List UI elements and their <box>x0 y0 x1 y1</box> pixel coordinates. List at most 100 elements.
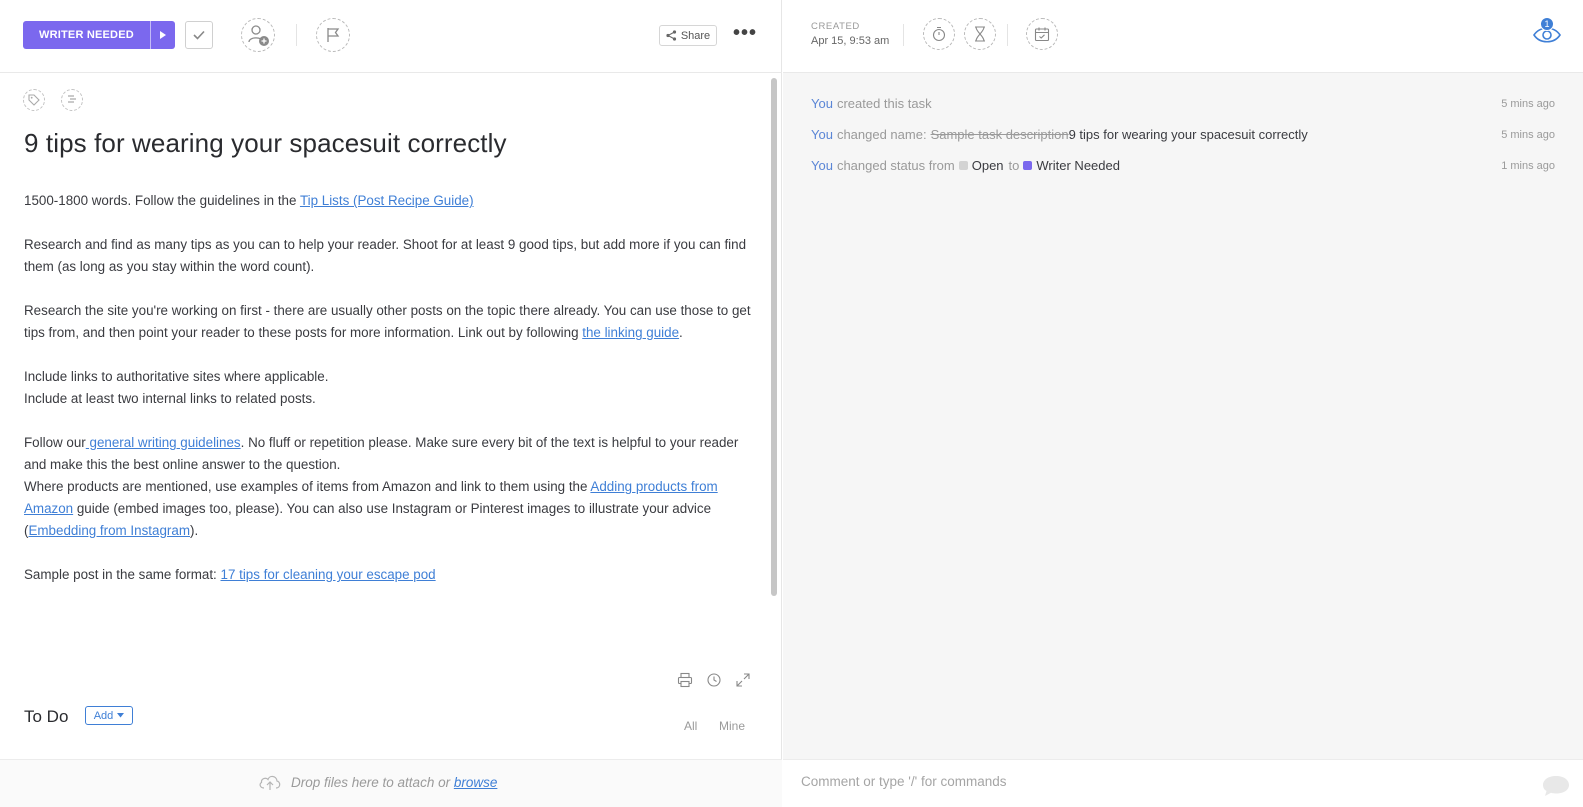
description-paragraph: Where products are mentioned, use exampl… <box>24 476 754 542</box>
add-user-icon <box>248 25 269 46</box>
activity-text: created this task <box>836 96 932 111</box>
status-button[interactable]: WRITER NEEDED <box>23 21 175 49</box>
tag-icon <box>28 94 40 106</box>
expand-icon <box>736 673 750 687</box>
filter-all[interactable]: All <box>684 719 697 733</box>
writer-needed-status-swatch <box>1023 161 1033 170</box>
complete-task-button[interactable] <box>185 21 213 49</box>
old-task-name: Sample task description <box>930 127 1069 142</box>
description-paragraph: Research the site you're working on firs… <box>24 300 754 344</box>
add-todo-button[interactable]: Add <box>85 706 133 725</box>
activity-actor[interactable]: You <box>811 127 833 142</box>
history-button[interactable] <box>704 670 724 690</box>
text-span: Research and find as many tips as you ca… <box>24 237 747 274</box>
text-span: . <box>679 325 683 340</box>
to-word: to <box>1008 158 1020 173</box>
due-date-button[interactable] <box>1026 18 1058 50</box>
comment-bar <box>783 759 1583 807</box>
add-tag-button[interactable] <box>23 89 45 111</box>
share-button[interactable]: Share <box>659 25 717 46</box>
description-paragraph: Sample post in the same format: 17 tips … <box>24 564 754 586</box>
comment-input[interactable] <box>801 774 1521 789</box>
task-title[interactable]: 9 tips for wearing your spacesuit correc… <box>24 128 507 159</box>
browse-link[interactable]: browse <box>454 775 498 790</box>
sample-post-link[interactable]: 17 tips for cleaning your escape pod <box>221 567 436 582</box>
comment-bubble-icon[interactable] <box>1541 774 1571 798</box>
activity-header: CREATED Apr 15, 9:53 am 1 <box>783 0 1583 73</box>
dropzone-content: Drop files here to attach or browse <box>258 773 497 791</box>
description-scrollbar[interactable] <box>771 78 777 596</box>
print-icon <box>677 672 693 688</box>
activity-text: changed status from <box>836 158 955 173</box>
task-description[interactable]: 1500-1800 words. Follow the guidelines i… <box>24 190 754 608</box>
status-label: WRITER NEEDED <box>39 29 134 41</box>
task-meta-icons <box>23 89 83 111</box>
text-span: Where products are mentioned, use exampl… <box>24 479 591 494</box>
filter-mine[interactable]: Mine <box>719 719 745 733</box>
open-status-swatch <box>958 161 968 170</box>
next-status-button[interactable] <box>151 31 175 39</box>
add-dependency-button[interactable] <box>61 89 83 111</box>
instagram-embed-link[interactable]: Embedding from Instagram <box>28 523 190 538</box>
print-button[interactable] <box>675 670 695 690</box>
subtask-icon <box>68 95 76 103</box>
more-options-button[interactable]: ••• <box>733 23 757 43</box>
activity-time: 1 mins ago <box>1501 159 1555 172</box>
created-label: CREATED <box>811 21 860 32</box>
description-paragraph: Include links to authoritative sites whe… <box>24 366 754 388</box>
checkmark-icon <box>193 30 205 40</box>
from-status: Open <box>971 158 1004 173</box>
hourglass-icon <box>975 26 985 42</box>
caret-down-icon <box>117 713 125 718</box>
activity-feed: You created this task 5 mins ago You cha… <box>811 88 1555 181</box>
time-tracking-button[interactable] <box>923 18 955 50</box>
activity-time: 5 mins ago <box>1501 97 1555 110</box>
activity-item: You created this task 5 mins ago <box>811 88 1555 119</box>
task-detail-pane: WRITER NEEDED Share ••• 9 tips for weari… <box>0 0 782 807</box>
toolbar-divider <box>296 24 297 46</box>
activity-item: You changed status from Open to Writer N… <box>811 150 1555 181</box>
dropzone-text: Drop files here to attach or <box>291 774 454 790</box>
description-paragraph: Include at least two internal links to r… <box>24 388 754 410</box>
text-span: Follow our <box>24 435 86 450</box>
activity-actor[interactable]: You <box>811 96 833 111</box>
writing-guidelines-link[interactable]: general writing guidelines <box>86 435 241 450</box>
assign-user-button[interactable] <box>241 18 275 52</box>
linking-guide-link[interactable]: the linking guide <box>582 325 679 340</box>
upload-cloud-icon <box>259 775 281 790</box>
text-span: Sample post in the same format: <box>24 567 221 582</box>
activity-pane: CREATED Apr 15, 9:53 am 1 You created th… <box>783 0 1583 807</box>
task-toolbar: WRITER NEEDED Share ••• <box>0 0 782 73</box>
expand-button[interactable] <box>733 670 753 690</box>
calendar-icon <box>1034 27 1050 42</box>
header-divider <box>1007 24 1008 46</box>
todo-section-title: To Do <box>24 707 69 726</box>
description-paragraph: 1500-1800 words. Follow the guidelines i… <box>24 190 754 212</box>
new-task-name: 9 tips for wearing your spacesuit correc… <box>1068 127 1308 142</box>
attachment-dropzone[interactable]: Drop files here to attach or browse <box>0 759 782 807</box>
to-status: Writer Needed <box>1036 158 1120 173</box>
priority-button[interactable] <box>316 18 350 52</box>
text-span: 1500-1800 words. Follow the guidelines i… <box>24 193 300 208</box>
activity-time: 5 mins ago <box>1501 128 1555 141</box>
text-span: Include links to authoritative sites whe… <box>24 369 329 384</box>
description-paragraph: Follow our general writing guidelines. N… <box>24 432 754 476</box>
add-label: Add <box>93 709 114 722</box>
time-estimate-button[interactable] <box>964 18 996 50</box>
share-icon <box>666 30 676 41</box>
share-label: Share <box>680 29 711 42</box>
caret-right-icon <box>160 31 166 39</box>
flag-icon <box>327 28 340 42</box>
stopwatch-icon <box>932 26 946 42</box>
watchers-count-badge: 1 <box>1540 17 1554 31</box>
description-paragraph: Research and find as many tips as you ca… <box>24 234 754 278</box>
history-icon <box>707 673 721 687</box>
activity-item: You changed name: Sample task descriptio… <box>811 119 1555 150</box>
header-divider <box>903 24 904 46</box>
activity-actor[interactable]: You <box>811 158 833 173</box>
tip-lists-link[interactable]: Tip Lists (Post Recipe Guide) <box>300 193 474 208</box>
created-date: Apr 15, 9:53 am <box>811 35 890 47</box>
text-span: ). <box>189 523 199 538</box>
text-span: Include at least two internal links to r… <box>24 391 316 406</box>
activity-text: changed name: <box>836 127 927 142</box>
